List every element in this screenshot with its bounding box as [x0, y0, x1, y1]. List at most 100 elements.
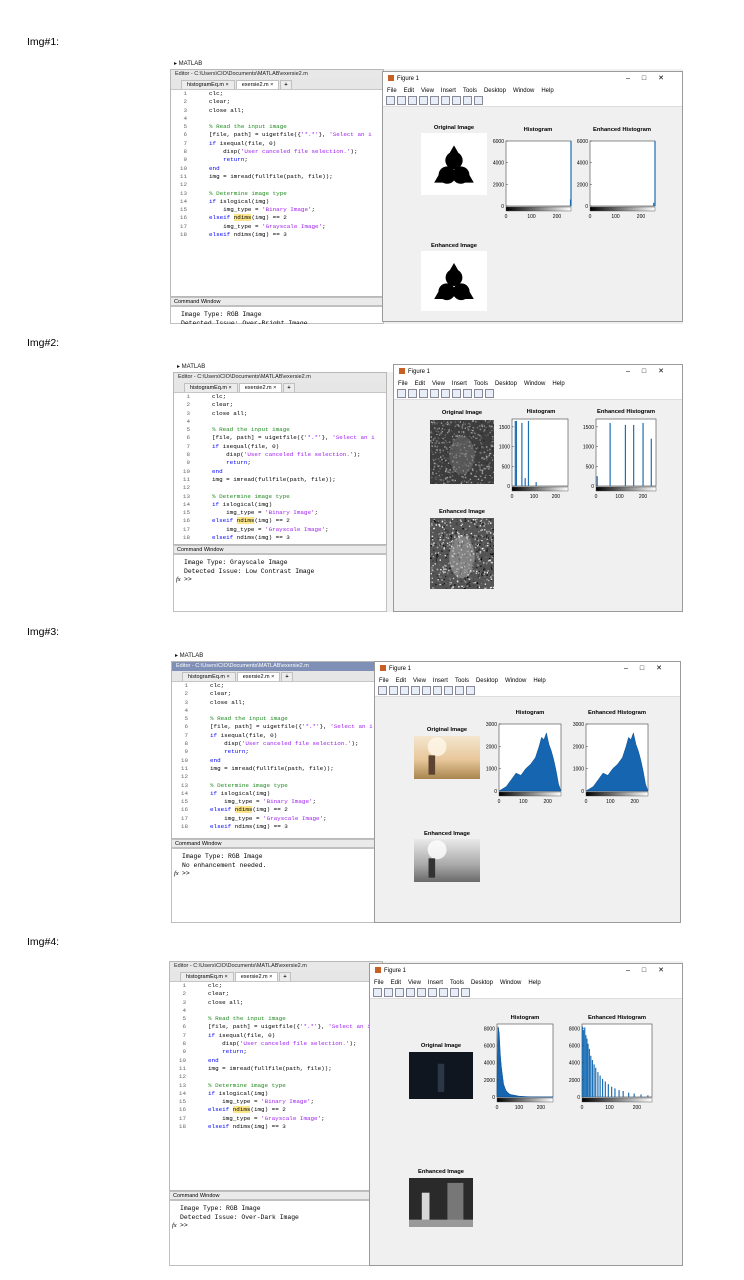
menu-help[interactable]: Help: [552, 381, 564, 387]
command-window[interactable]: Image Type: Grayscale Image Detected Issu…: [173, 554, 387, 612]
save-icon[interactable]: [408, 96, 417, 105]
command-prompt[interactable]: >>: [184, 576, 192, 583]
menu-desktop[interactable]: Desktop: [495, 381, 517, 387]
pointer-icon[interactable]: [474, 389, 483, 398]
tab-exersie2-m[interactable]: exersie2.m ×: [236, 672, 281, 681]
menu-view[interactable]: View: [432, 381, 445, 387]
tab-histogramEq-m[interactable]: histogramEq.m ×: [182, 672, 236, 681]
menu-help[interactable]: Help: [541, 88, 553, 94]
new-tab-button[interactable]: +: [279, 972, 291, 981]
legend-icon[interactable]: [452, 96, 461, 105]
print-icon[interactable]: [419, 96, 428, 105]
maximize-button[interactable]: □: [642, 368, 658, 375]
print-icon[interactable]: [430, 389, 439, 398]
open-icon[interactable]: [389, 686, 398, 695]
command-window[interactable]: Image Type: RGB Image No enhancement need…: [171, 848, 385, 923]
data-cursor-icon[interactable]: [485, 389, 494, 398]
legend-icon[interactable]: [444, 686, 453, 695]
menu-tools[interactable]: Tools: [455, 678, 469, 684]
menu-file[interactable]: File: [387, 88, 397, 94]
menu-window[interactable]: Window: [500, 980, 521, 986]
code-area[interactable]: 1 clc; 2 clear; 3 close all; 4 5 % Read the inpu…: [172, 682, 384, 831]
command-prompt[interactable]: >>: [182, 870, 190, 877]
menu-insert[interactable]: Insert: [441, 88, 456, 94]
save-icon[interactable]: [395, 988, 404, 997]
menu-tools[interactable]: Tools: [463, 88, 477, 94]
print-icon[interactable]: [406, 988, 415, 997]
pointer-icon[interactable]: [455, 686, 464, 695]
tab-exersie2-m[interactable]: exersie2.m ×: [234, 972, 279, 981]
menu-insert[interactable]: Insert: [433, 678, 448, 684]
menu-insert[interactable]: Insert: [428, 980, 443, 986]
menu-window[interactable]: Window: [513, 88, 534, 94]
pointer-icon[interactable]: [450, 988, 459, 997]
link-icon[interactable]: [430, 96, 439, 105]
colorbar-icon[interactable]: [428, 988, 437, 997]
print-icon[interactable]: [411, 686, 420, 695]
open-icon[interactable]: [397, 96, 406, 105]
close-button[interactable]: ✕: [656, 665, 674, 672]
minimize-button[interactable]: –: [624, 665, 640, 672]
menu-edit[interactable]: Edit: [396, 678, 406, 684]
link-icon[interactable]: [417, 988, 426, 997]
tab-histogramEq-m[interactable]: histogramEq.m ×: [180, 972, 234, 981]
open-icon[interactable]: [408, 389, 417, 398]
menu-desktop[interactable]: Desktop: [484, 88, 506, 94]
colorbar-icon[interactable]: [433, 686, 442, 695]
tab-histogramEq-m[interactable]: histogramEq.m ×: [181, 80, 235, 89]
close-button[interactable]: ✕: [658, 368, 676, 375]
menu-edit[interactable]: Edit: [391, 980, 401, 986]
new-figure-icon[interactable]: [378, 686, 387, 695]
menu-tools[interactable]: Tools: [450, 980, 464, 986]
tab-histogramEq-m[interactable]: histogramEq.m ×: [184, 383, 238, 392]
data-cursor-icon[interactable]: [466, 686, 475, 695]
maximize-button[interactable]: □: [642, 75, 658, 82]
menu-help[interactable]: Help: [528, 980, 540, 986]
maximize-button[interactable]: □: [642, 967, 658, 974]
save-icon[interactable]: [400, 686, 409, 695]
colorbar-icon[interactable]: [452, 389, 461, 398]
command-window[interactable]: Image Type: RGB Image Detected Issue: Ove…: [169, 1200, 383, 1266]
menu-edit[interactable]: Edit: [404, 88, 414, 94]
menu-window[interactable]: Window: [524, 381, 545, 387]
menu-insert[interactable]: Insert: [452, 381, 467, 387]
menu-file[interactable]: File: [379, 678, 389, 684]
pointer-icon[interactable]: [463, 96, 472, 105]
data-cursor-icon[interactable]: [474, 96, 483, 105]
new-figure-icon[interactable]: [373, 988, 382, 997]
new-tab-button[interactable]: +: [281, 672, 293, 681]
link-icon[interactable]: [441, 389, 450, 398]
colorbar-icon[interactable]: [441, 96, 450, 105]
menu-view[interactable]: View: [413, 678, 426, 684]
close-button[interactable]: ✕: [658, 967, 676, 974]
new-figure-icon[interactable]: [397, 389, 406, 398]
close-button[interactable]: ✕: [658, 75, 676, 82]
save-icon[interactable]: [419, 389, 428, 398]
open-icon[interactable]: [384, 988, 393, 997]
code-area[interactable]: 1 clc; 2 clear; 3 close all; 4 5 % Read the inpu…: [174, 393, 386, 542]
code-area[interactable]: 1 clc; 2 clear; 3 close all; 4 5 % Read the inpu…: [170, 982, 382, 1131]
legend-icon[interactable]: [439, 988, 448, 997]
menu-help[interactable]: Help: [533, 678, 545, 684]
tab-exersie2-m[interactable]: exersie2.m ×: [235, 80, 280, 89]
link-icon[interactable]: [422, 686, 431, 695]
menu-tools[interactable]: Tools: [474, 381, 488, 387]
menu-view[interactable]: View: [421, 88, 434, 94]
menu-file[interactable]: File: [374, 980, 384, 986]
legend-icon[interactable]: [463, 389, 472, 398]
new-figure-icon[interactable]: [386, 96, 395, 105]
menu-desktop[interactable]: Desktop: [471, 980, 493, 986]
menu-edit[interactable]: Edit: [415, 381, 425, 387]
menu-window[interactable]: Window: [505, 678, 526, 684]
new-tab-button[interactable]: +: [280, 80, 292, 89]
maximize-button[interactable]: □: [640, 665, 656, 672]
tab-exersie2-m[interactable]: exersie2.m ×: [238, 383, 283, 392]
data-cursor-icon[interactable]: [461, 988, 470, 997]
menu-view[interactable]: View: [408, 980, 421, 986]
minimize-button[interactable]: –: [626, 368, 642, 375]
new-tab-button[interactable]: +: [283, 383, 295, 392]
minimize-button[interactable]: –: [626, 75, 642, 82]
command-prompt[interactable]: >>: [180, 1222, 188, 1229]
menu-desktop[interactable]: Desktop: [476, 678, 498, 684]
menu-file[interactable]: File: [398, 381, 408, 387]
